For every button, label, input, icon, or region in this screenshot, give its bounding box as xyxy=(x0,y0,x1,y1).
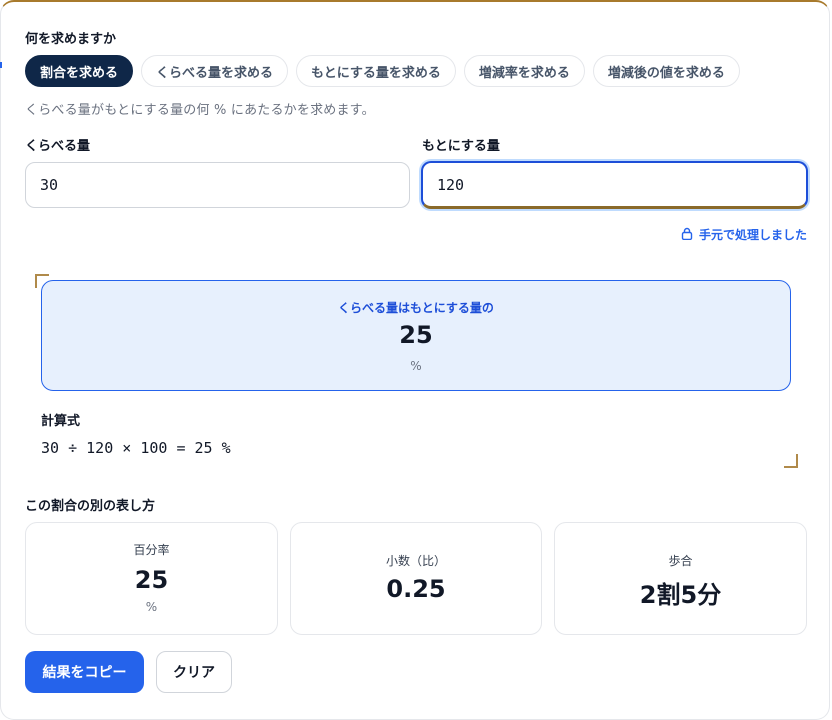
copy-result-button[interactable]: 結果をコピー xyxy=(25,651,144,693)
clear-button[interactable]: クリア xyxy=(156,651,232,693)
result-panel: くらべる量はもとにする量の 25 % xyxy=(41,280,791,391)
tab-base-amount[interactable]: もとにする量を求める xyxy=(296,55,456,87)
formula-text: 30 ÷ 120 × 100 = 25 % xyxy=(41,439,231,457)
decimal-label: 小数（比） xyxy=(385,554,446,568)
tab-changed-value[interactable]: 増減後の値を求める xyxy=(592,55,740,87)
mode-tabs: 割合を求める くらべる量を求める もとにする量を求める 増減率を求める 増減後の… xyxy=(25,55,740,87)
compare-amount-label: くらべる量 xyxy=(25,139,91,154)
tab-change-rate[interactable]: 増減率を求める xyxy=(463,55,585,87)
lock-icon xyxy=(681,227,693,243)
buai-label: 歩合 xyxy=(668,554,693,568)
local-note-text: 手元で処理しました xyxy=(698,228,807,242)
result-value: 25 xyxy=(399,321,433,349)
mode-section-title: 何を求めますか xyxy=(25,32,117,47)
decimal-card: 小数（比） 0.25 xyxy=(290,522,542,635)
decimal-value: 0.25 xyxy=(386,575,446,603)
compare-amount-input[interactable]: 30 xyxy=(25,162,410,208)
local-processing-note: 手元で処理しました xyxy=(681,226,807,243)
percentage-unit: % xyxy=(145,600,158,614)
result-caption: くらべる量はもとにする量の xyxy=(338,301,494,315)
mode-description: くらべる量がもとにする量の何 % にあたるかを求めます。 xyxy=(25,103,375,118)
buai-card: 歩合 2割5分 xyxy=(554,522,807,635)
base-amount-label: もとにする量 xyxy=(422,139,500,154)
base-amount-input[interactable]: 120 xyxy=(421,161,808,209)
corner-bracket-bottom-right xyxy=(784,454,798,468)
edge-marker xyxy=(0,62,2,68)
alternatives-title: この割合の別の表し方 xyxy=(25,499,156,514)
formula-title: 計算式 xyxy=(41,414,81,429)
buai-value: 2割5分 xyxy=(639,581,722,609)
percentage-card: 百分率 25 % xyxy=(25,522,278,635)
percentage-value: 25 xyxy=(134,566,169,594)
tab-compare-amount[interactable]: くらべる量を求める xyxy=(141,55,289,87)
tab-ratio[interactable]: 割合を求める xyxy=(25,55,134,87)
percentage-label: 百分率 xyxy=(133,543,170,557)
result-unit: % xyxy=(410,359,422,373)
